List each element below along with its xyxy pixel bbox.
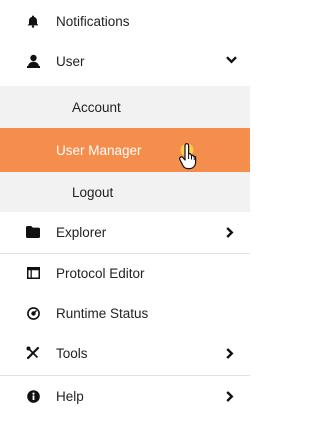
submenu-item-account-label: Account <box>72 99 121 115</box>
bell-icon <box>26 14 40 28</box>
submenu-item-logout[interactable]: Logout <box>0 172 250 212</box>
gauge-icon <box>26 306 40 320</box>
submenu-item-user-manager-label: User Manager <box>56 142 142 158</box>
menu-item-runtime-status[interactable]: Runtime Status <box>0 295 250 331</box>
chevron-right-icon <box>226 227 236 238</box>
folder-icon <box>26 225 40 239</box>
divider <box>0 253 250 254</box>
menu-item-user-label: User <box>56 53 85 69</box>
menu-item-user[interactable]: User <box>0 42 250 80</box>
info-icon <box>26 389 40 403</box>
menu-item-explorer-label: Explorer <box>56 224 107 240</box>
chevron-right-icon <box>226 391 236 402</box>
sidebar-menu: Notifications User Account User Manager … <box>0 0 250 423</box>
menu-item-tools-label: Tools <box>56 345 88 361</box>
menu-item-help-label: Help <box>56 388 84 404</box>
chevron-down-icon <box>226 56 237 66</box>
menu-item-protocol-editor-label: Protocol Editor <box>56 265 145 281</box>
menu-item-runtime-status-label: Runtime Status <box>56 305 149 321</box>
divider <box>0 375 250 376</box>
user-icon <box>26 54 40 68</box>
chevron-right-icon <box>226 348 236 359</box>
hand-pointer-cursor-icon <box>178 142 204 172</box>
submenu-item-account[interactable]: Account <box>0 86 250 128</box>
submenu-item-logout-label: Logout <box>72 184 114 200</box>
menu-item-tools[interactable]: Tools <box>0 335 250 371</box>
menu-item-help[interactable]: Help <box>0 378 250 414</box>
submenu-item-user-manager[interactable]: User Manager <box>0 128 250 172</box>
window-icon <box>26 266 40 280</box>
menu-item-notifications-label: Notifications <box>56 13 130 29</box>
tools-icon <box>26 346 40 360</box>
menu-item-notifications[interactable]: Notifications <box>0 4 250 38</box>
menu-item-protocol-editor[interactable]: Protocol Editor <box>0 255 250 291</box>
menu-item-explorer[interactable]: Explorer <box>0 214 250 250</box>
